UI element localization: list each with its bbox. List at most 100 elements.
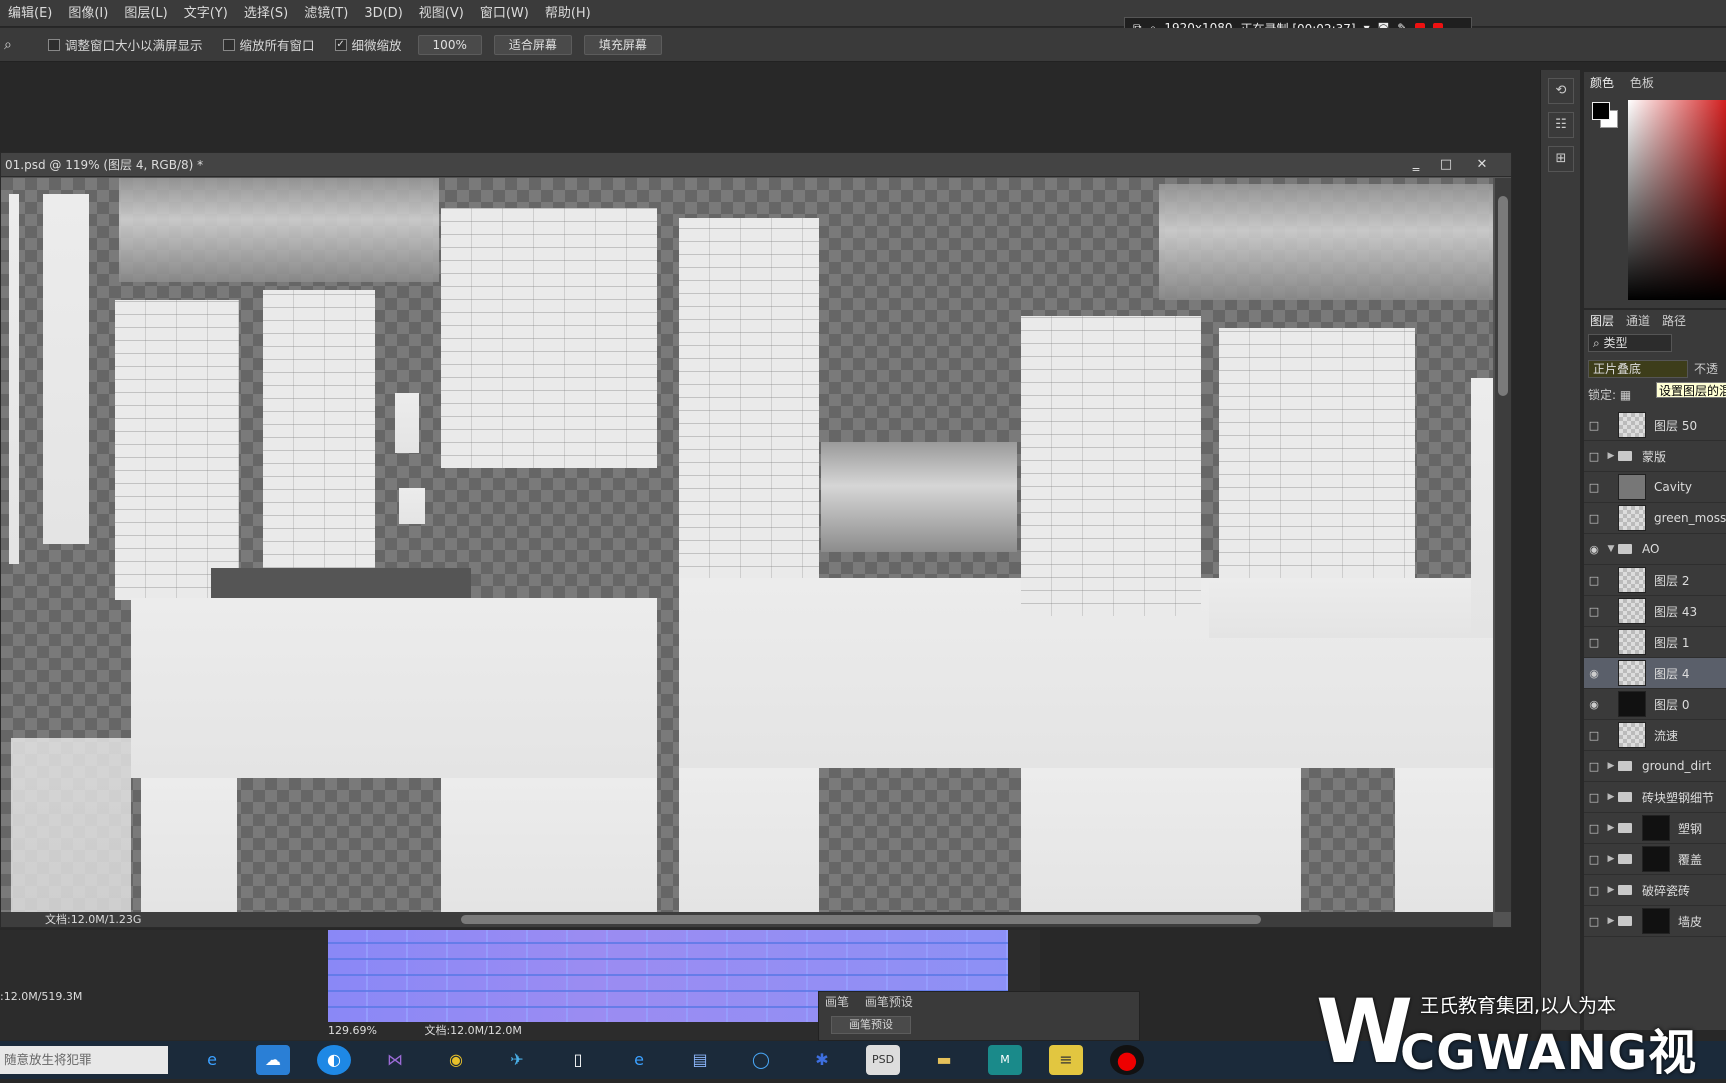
checkbox-box-checked[interactable]: ✓ [334, 38, 347, 51]
layer-thumbnail[interactable] [1618, 567, 1646, 593]
layer-row[interactable]: □ ▶ ground_dirt [1584, 751, 1726, 782]
expand-icon[interactable]: ▶ [1604, 451, 1618, 461]
layer-row[interactable]: □ 图层 43 [1584, 596, 1726, 627]
close-icon[interactable]: ✕ [1469, 156, 1495, 174]
bird-icon[interactable]: ✈ [500, 1045, 534, 1075]
visibility-toggle[interactable]: □ [1584, 419, 1604, 432]
fill-screen-button[interactable]: 填充屏幕 [583, 34, 662, 55]
document-title[interactable]: 01.psd @ 119% (图层 4, RGB/8) * [1, 153, 1511, 177]
visibility-toggle[interactable]: □ [1584, 884, 1604, 897]
visibility-toggle[interactable]: □ [1584, 512, 1604, 525]
properties-icon[interactable]: ☷ [1548, 112, 1574, 138]
visual-studio-icon[interactable]: ⋈ [378, 1045, 412, 1075]
lock-transparent-icon[interactable]: ▦ [1620, 388, 1631, 402]
color-spectrum[interactable] [1628, 100, 1726, 300]
maya-icon[interactable]: M [988, 1045, 1022, 1075]
vertical-scrollbar[interactable] [1495, 178, 1511, 912]
minimize-icon[interactable]: ‗ [1403, 156, 1429, 174]
layer-thumbnail[interactable] [1618, 691, 1646, 717]
fit-screen-button[interactable]: 适合屏幕 [493, 34, 572, 55]
tab-paths[interactable]: 路径 [1656, 310, 1692, 332]
layer-row[interactable]: ◉ 图层 0 [1584, 689, 1726, 720]
layer-thumbnail[interactable] [1618, 474, 1646, 500]
visibility-toggle[interactable]: □ [1584, 822, 1604, 835]
visibility-toggle[interactable]: □ [1584, 791, 1604, 804]
menu-item[interactable]: 帮助(H) [537, 0, 599, 27]
mask-thumbnail[interactable] [1642, 815, 1670, 841]
brush-presets-button[interactable]: 画笔预设 [831, 1016, 911, 1034]
visibility-toggle[interactable]: □ [1584, 636, 1604, 649]
visibility-toggle[interactable]: □ [1584, 915, 1604, 928]
file-icon[interactable]: ▯ [561, 1045, 595, 1075]
layer-row[interactable]: □ 图层 2 [1584, 565, 1726, 596]
layer-thumbnail[interactable] [1618, 629, 1646, 655]
folder-icon[interactable]: ▬ [927, 1045, 961, 1075]
edge-icon[interactable]: e [622, 1045, 656, 1075]
zoom-100-button[interactable]: 100% [417, 34, 482, 55]
visibility-toggle[interactable]: □ [1584, 729, 1604, 742]
layer-row[interactable]: □ ▶ 覆盖 [1584, 844, 1726, 875]
menu-item[interactable]: 窗口(W) [472, 0, 537, 27]
blend-mode-select[interactable]: 正片叠底 [1588, 360, 1688, 378]
adjustments-icon[interactable]: ⊞ [1548, 146, 1574, 172]
layer-row[interactable]: □ 图层 50 [1584, 410, 1726, 441]
layer-row[interactable]: □ ▶ 蒙版 [1584, 441, 1726, 472]
zoom-tool-icon[interactable]: ⌕ [4, 37, 20, 53]
checkbox-box[interactable] [48, 38, 60, 51]
layer-row[interactable]: □ ▶ 破碎瓷砖 [1584, 875, 1726, 906]
maximize-icon[interactable]: □ [1433, 156, 1459, 174]
ie-icon[interactable]: e [195, 1045, 229, 1075]
chat-icon[interactable]: ◯ [744, 1045, 778, 1075]
layer-row[interactable]: □ 图层 1 [1584, 627, 1726, 658]
tab-layers[interactable]: 图层 [1584, 310, 1620, 332]
expand-icon[interactable]: ▶ [1604, 885, 1618, 895]
layer-thumbnail[interactable] [1618, 598, 1646, 624]
menu-item[interactable]: 文字(Y) [176, 0, 236, 27]
menu-item[interactable]: 3D(D) [356, 0, 410, 27]
visibility-toggle[interactable]: □ [1584, 853, 1604, 866]
layer-row[interactable]: ◉ ▼ AO [1584, 534, 1726, 565]
mask-thumbnail[interactable] [1642, 846, 1670, 872]
eye-icon[interactable]: ◉ [1584, 667, 1604, 680]
layer-thumbnail[interactable] [1618, 412, 1646, 438]
expand-icon[interactable]: ▶ [1604, 823, 1618, 833]
layer-row[interactable]: ◉ 图层 4 [1584, 658, 1726, 689]
eye-icon[interactable]: ◉ [1584, 698, 1604, 711]
visibility-toggle[interactable]: □ [1584, 450, 1604, 463]
layer-thumbnail[interactable] [1618, 505, 1646, 531]
expand-icon[interactable]: ▶ [1604, 854, 1618, 864]
menu-item[interactable]: 视图(V) [411, 0, 472, 27]
menu-item[interactable]: 编辑(E) [0, 0, 60, 27]
psd-file-icon[interactable]: PSD [866, 1045, 900, 1075]
layer-thumbnail[interactable] [1618, 722, 1646, 748]
taskbar-search-input[interactable]: 随意放生将犯罪 [0, 1046, 168, 1074]
mask-thumbnail[interactable] [1642, 908, 1670, 934]
browser-icon[interactable]: ◐ [317, 1045, 351, 1075]
collapse-icon[interactable]: ▼ [1604, 544, 1618, 554]
horizontal-scrollbar[interactable] [1, 912, 1493, 927]
resize-windows-checkbox[interactable]: 调整窗口大小以满屏显示 [48, 35, 203, 54]
tab-swatches[interactable]: 色板 [1624, 72, 1660, 94]
visibility-toggle[interactable]: □ [1584, 481, 1604, 494]
film-icon[interactable]: ▤ [683, 1045, 717, 1075]
visibility-toggle[interactable]: □ [1584, 605, 1604, 618]
tab-brush[interactable]: 画笔 [819, 992, 855, 1012]
layer-row[interactable]: □ ▶ 墙皮 [1584, 906, 1726, 937]
expand-icon[interactable]: ▶ [1604, 916, 1618, 926]
tab-channels[interactable]: 通道 [1620, 310, 1656, 332]
network-icon[interactable]: ☁ [256, 1045, 290, 1075]
menu-item[interactable]: 选择(S) [236, 0, 296, 27]
baidu-icon[interactable]: ✱ [805, 1045, 839, 1075]
layer-filter-select[interactable]: ⌕ 类型 [1588, 334, 1672, 352]
recorder-app-icon[interactable]: ● [1110, 1045, 1144, 1075]
layer-row[interactable]: □ green_moss [1584, 503, 1726, 534]
scrubby-zoom-checkbox[interactable]: ✓ 细微缩放 [334, 35, 402, 54]
history-icon[interactable]: ⟲ [1548, 78, 1574, 104]
checkbox-box[interactable] [222, 38, 235, 51]
layer-row[interactable]: □ Cavity [1584, 472, 1726, 503]
notes-icon[interactable]: ≡ [1049, 1045, 1083, 1075]
eye-icon[interactable]: ◉ [1584, 543, 1604, 556]
tab-brush-presets[interactable]: 画笔预设 [859, 992, 919, 1012]
layer-row[interactable]: □ ▶ 塑钢 [1584, 813, 1726, 844]
expand-icon[interactable]: ▶ [1604, 761, 1618, 771]
